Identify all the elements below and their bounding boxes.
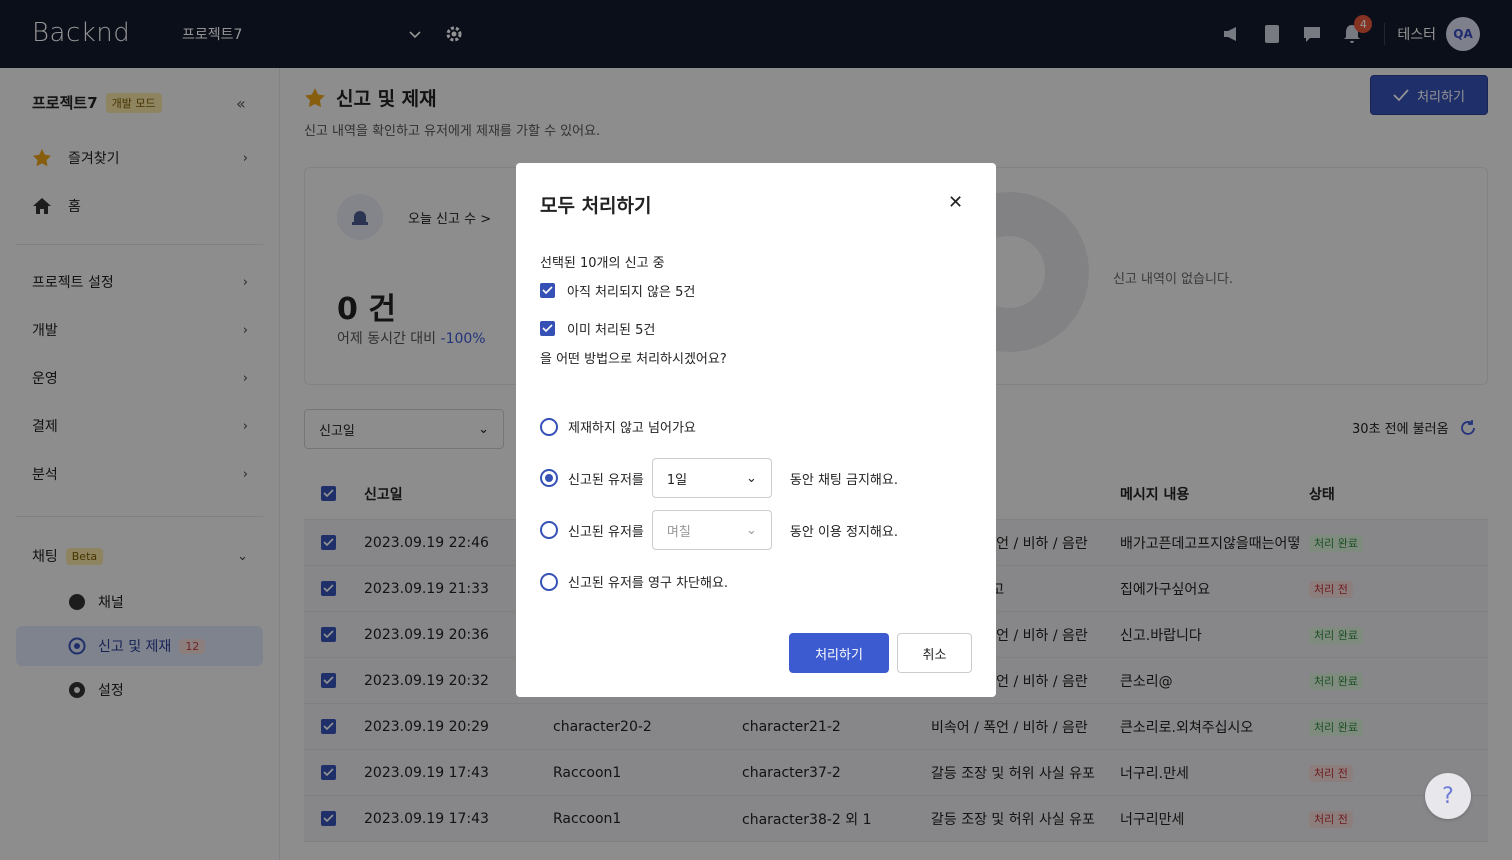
chevron-down-icon: ⌄	[746, 522, 757, 538]
process-all-modal: 모두 처리하기 ✕ 선택된 10개의 신고 중 아직 처리되지 않은 5건 이미…	[516, 163, 996, 697]
radio[interactable]	[540, 469, 558, 487]
checkbox[interactable]	[540, 283, 555, 298]
option-suspend[interactable]: 신고된 유저를 며칠 ⌄ 동안 이용 정지해요.	[540, 510, 898, 550]
option-prefix: 신고된 유저를	[568, 472, 644, 488]
option-chat-ban[interactable]: 신고된 유저를 1일 ⌄ 동안 채팅 금지해요.	[540, 458, 898, 498]
option-label: 제재하지 않고 넘어가요	[568, 421, 696, 436]
checkbox[interactable]	[540, 321, 555, 336]
suspend-duration-select[interactable]: 며칠 ⌄	[651, 510, 772, 550]
option-label: 신고된 유저를 영구 차단해요.	[568, 576, 729, 591]
radio[interactable]	[540, 572, 558, 591]
option-permanent-ban[interactable]: 신고된 유저를 영구 차단해요.	[540, 572, 728, 591]
processed-checkbox-row[interactable]: 이미 처리된 5건	[540, 319, 655, 338]
option-suffix: 동안 채팅 금지해요.	[789, 472, 898, 488]
close-icon[interactable]: ✕	[948, 192, 963, 213]
radio[interactable]	[540, 521, 558, 539]
option-prefix: 신고된 유저를	[568, 524, 644, 540]
help-button[interactable]: ?	[1425, 773, 1471, 819]
option-suffix: 동안 이용 정지해요.	[789, 524, 898, 540]
chat-ban-duration-select[interactable]: 1일 ⌄	[651, 458, 772, 498]
select-value: 1일	[666, 472, 688, 488]
unprocessed-checkbox-row[interactable]: 아직 처리되지 않은 5건	[540, 281, 695, 300]
checkbox-label: 이미 처리된 5건	[567, 323, 656, 338]
option-skip[interactable]: 제재하지 않고 넘어가요	[540, 417, 696, 436]
confirm-button[interactable]: 처리하기	[789, 633, 889, 673]
modal-title: 모두 처리하기	[540, 195, 652, 217]
modal-intro: 선택된 10개의 신고 중	[540, 256, 665, 271]
select-placeholder: 며칠	[666, 524, 691, 540]
chevron-down-icon: ⌄	[746, 470, 757, 486]
cancel-button[interactable]: 취소	[897, 633, 972, 673]
radio[interactable]	[540, 417, 558, 436]
checkbox-label: 아직 처리되지 않은 5건	[567, 285, 696, 300]
modal-question: 을 어떤 방법으로 처리하시겠어요?	[540, 352, 727, 367]
